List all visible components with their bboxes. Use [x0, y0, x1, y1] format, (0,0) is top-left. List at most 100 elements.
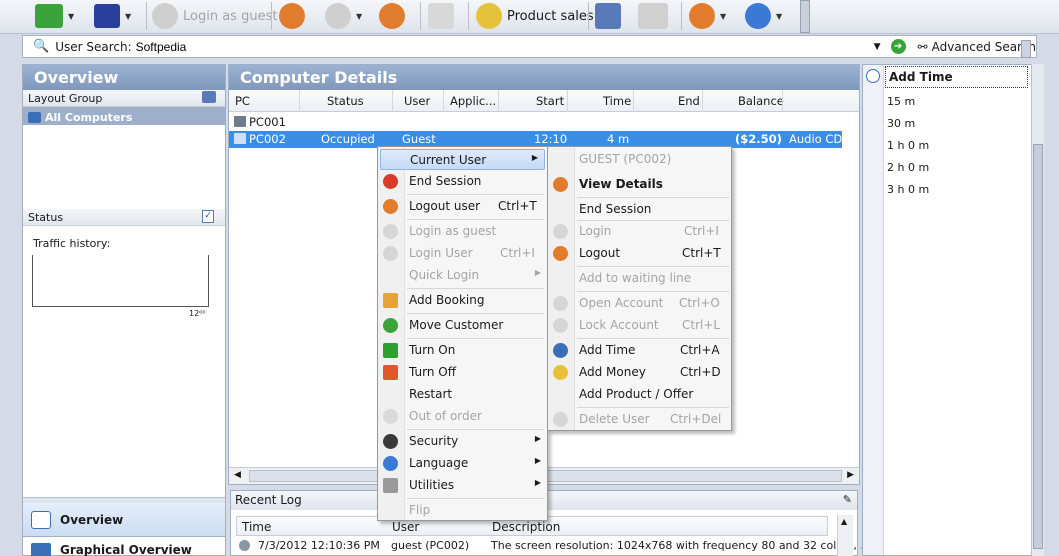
- menu-label: Lock Account: [579, 318, 659, 332]
- log-column-time[interactable]: Time: [242, 520, 271, 534]
- scroll-left-icon[interactable]: ◀: [234, 470, 241, 480]
- chevron-down-icon[interactable]: ▼: [720, 12, 726, 21]
- printer-button[interactable]: [638, 0, 668, 32]
- log-column-description[interactable]: Description: [492, 520, 560, 534]
- menu-item-delete-user[interactable]: Delete User Ctrl+Del: [548, 409, 731, 430]
- row-application-extra: Audio CD: [789, 132, 843, 146]
- chevron-down-icon[interactable]: ▼: [356, 12, 362, 21]
- table-row[interactable]: PC001: [229, 114, 859, 131]
- main-toolbar: ▼ ▼ Login as guest ▼ Product sales ▼ ▼: [0, 0, 1059, 34]
- user-icon: [553, 177, 568, 192]
- scrollbar-thumb[interactable]: [1033, 144, 1043, 549]
- menu-label: Turn Off: [409, 365, 456, 379]
- column-pc[interactable]: PC: [235, 94, 250, 108]
- menu-item-lock-account[interactable]: Lock Account Ctrl+L: [548, 315, 731, 336]
- chevron-right-icon: ▶: [534, 478, 541, 487]
- vertical-scrollbar[interactable]: ▲: [837, 515, 853, 556]
- menu-item-turn-on[interactable]: Turn On: [378, 340, 547, 361]
- menu-item-add-time[interactable]: Add Time Ctrl+A: [548, 340, 731, 361]
- menu-shortcut: Ctrl+A: [680, 343, 720, 357]
- column-balance[interactable]: Balance: [738, 94, 784, 108]
- menu-item-login-user[interactable]: Login User Ctrl+I: [378, 243, 547, 264]
- add-time-option[interactable]: 2 h 0 m: [887, 161, 929, 174]
- menu-item-move-customer[interactable]: Move Customer: [378, 315, 547, 336]
- menu-item-utilities[interactable]: Utilities ▶: [378, 475, 547, 496]
- column-application[interactable]: Applic...: [450, 94, 496, 108]
- screen-button[interactable]: ▼: [94, 0, 131, 32]
- menu-item-end-session[interactable]: End Session: [548, 199, 731, 220]
- menu-item-restart[interactable]: Restart: [378, 384, 547, 405]
- checklist-icon[interactable]: ✓: [202, 210, 214, 223]
- menu-item-view-details[interactable]: View Details: [548, 174, 731, 195]
- login-as-guest-button[interactable]: Login as guest: [152, 0, 277, 32]
- column-time[interactable]: Time: [603, 94, 631, 108]
- menu-item-add-money[interactable]: Add Money Ctrl+D: [548, 362, 731, 383]
- column-end[interactable]: End: [678, 94, 700, 108]
- monitor-button[interactable]: ▼: [35, 0, 74, 32]
- menu-item-security[interactable]: Security ▶: [378, 431, 547, 452]
- network-icon[interactable]: [202, 91, 216, 103]
- toolbar-grip[interactable]: [1021, 40, 1031, 58]
- scroll-up-icon[interactable]: ▲: [841, 517, 847, 526]
- chevron-down-icon[interactable]: ▼: [68, 12, 74, 21]
- toolbar-separator: [271, 2, 272, 30]
- table-row[interactable]: 7/3/2012 12:10:36 PM guest (PC002) The s…: [236, 539, 871, 555]
- pin-icon[interactable]: ✎: [843, 493, 852, 506]
- menu-item-out-of-order[interactable]: Out of order: [378, 406, 547, 427]
- menu-shortcut: Ctrl+D: [680, 365, 721, 379]
- menu-item-language[interactable]: Language ▶: [378, 453, 547, 474]
- scroll-right-icon[interactable]: ▶: [847, 470, 854, 480]
- menu-item-add-booking[interactable]: Add Booking: [378, 290, 547, 311]
- menu-item-turn-off[interactable]: Turn Off: [378, 362, 547, 383]
- toolbar-overflow-button[interactable]: [800, 0, 810, 33]
- nav-overview-button[interactable]: Overview: [23, 503, 225, 537]
- chevron-right-icon: ▶: [534, 434, 541, 443]
- menu-label: Open Account: [579, 296, 664, 310]
- menu-item-logout[interactable]: Logout Ctrl+T: [548, 243, 731, 264]
- menu-item-login[interactable]: Login Ctrl+I: [548, 221, 731, 242]
- booking-button[interactable]: [428, 0, 454, 32]
- chevron-down-icon[interactable]: ▼: [874, 42, 881, 52]
- column-user[interactable]: User: [404, 94, 430, 108]
- menu-item-open-account[interactable]: Open Account Ctrl+O: [548, 293, 731, 314]
- user-lock-button[interactable]: ▼: [325, 0, 362, 32]
- chevron-down-icon[interactable]: ▼: [776, 12, 782, 21]
- product-sales-button[interactable]: Product sales: [476, 0, 594, 32]
- chevron-down-icon[interactable]: ▼: [125, 12, 131, 21]
- all-computers-item[interactable]: All Computers: [23, 107, 225, 125]
- nav-graphical-overview-button[interactable]: Graphical Overview: [23, 538, 225, 556]
- right-vertical-scrollbar[interactable]: [1031, 64, 1044, 556]
- menu-separator: [407, 219, 544, 220]
- menu-item-quick-login[interactable]: Quick Login ▶: [378, 265, 547, 286]
- advanced-search-button[interactable]: ⚯ Advanced Search: [918, 40, 1036, 54]
- add-time-option[interactable]: 3 h 0 m: [887, 183, 929, 196]
- user-clock-button[interactable]: [379, 0, 405, 32]
- add-time-option[interactable]: 30 m: [887, 117, 915, 130]
- add-time-option[interactable]: 15 m: [887, 95, 915, 108]
- column-start[interactable]: Start: [536, 94, 564, 108]
- toolbar-separator: [146, 2, 147, 30]
- menu-item-current-user[interactable]: Current User ▶: [380, 149, 545, 170]
- chevron-right-icon: ▶: [534, 268, 541, 277]
- add-time-option[interactable]: 1 h 0 m: [887, 139, 929, 152]
- go-arrow-icon[interactable]: ➔: [890, 39, 906, 54]
- language-button[interactable]: ▼: [745, 0, 782, 32]
- add-time-header[interactable]: Add Time: [885, 66, 1028, 88]
- menu-label: Quick Login: [409, 268, 480, 282]
- menu-item-add-product-offer[interactable]: Add Product / Offer: [548, 384, 731, 405]
- menu-item-add-to-waiting-line[interactable]: Add to waiting line: [548, 268, 731, 289]
- menu-item-end-session[interactable]: End Session: [378, 171, 547, 192]
- binoculars-icon: ⚯: [917, 39, 928, 54]
- column-status[interactable]: Status: [327, 94, 364, 108]
- chevron-right-icon: ▶: [534, 456, 541, 465]
- menu-item-logout-user[interactable]: Logout user Ctrl+T: [378, 196, 547, 217]
- menu-item-flip[interactable]: Flip: [378, 500, 547, 521]
- menu-separator: [577, 266, 729, 267]
- user-star-button[interactable]: [279, 0, 305, 32]
- user-search-input[interactable]: [135, 39, 866, 54]
- product-sales-label: Product sales: [507, 8, 594, 24]
- cash-register-button[interactable]: [595, 0, 621, 32]
- log-column-user[interactable]: User: [392, 520, 419, 534]
- menu-item-login-as-guest[interactable]: Login as guest: [378, 221, 547, 242]
- user-settings-button[interactable]: ▼: [689, 0, 726, 32]
